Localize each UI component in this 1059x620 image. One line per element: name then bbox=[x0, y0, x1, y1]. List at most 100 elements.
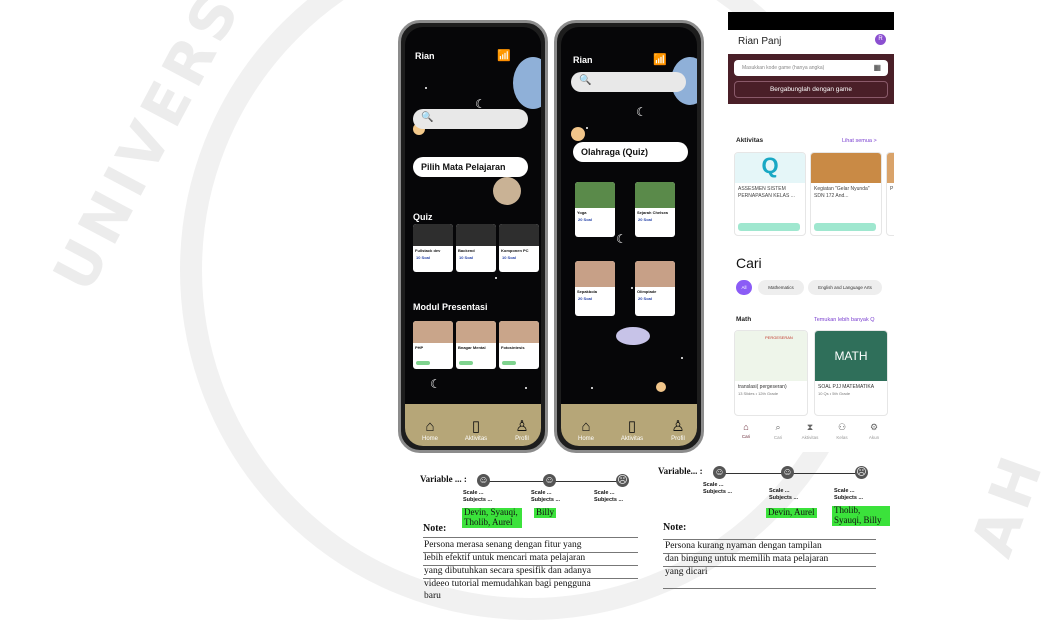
moon-icon: ☾ bbox=[636, 105, 647, 119]
nav-label: Profil bbox=[515, 436, 529, 442]
math-card[interactable]: MATH SOAL PJJ MATEMATIKA 10 Qs • 5th Gra… bbox=[814, 330, 888, 416]
nav-kelas[interactable]: ⚇ Kelas bbox=[830, 422, 854, 440]
chip-english[interactable]: English and Language Arts bbox=[808, 280, 882, 295]
activity-card[interactable]: Kegiatan "Gelar Nyunda" SDN 172 And... bbox=[810, 152, 882, 236]
search-icon: ⌕ bbox=[775, 422, 781, 432]
rule bbox=[423, 537, 638, 538]
scale-label: Scale ... Subjects ... bbox=[834, 488, 864, 501]
card-tag bbox=[502, 361, 516, 365]
app-bottom-nav: ⌂ Cari ⌕ Cari ⧗ Aktivitas ⚇ Kelas ⚙ Akun bbox=[728, 422, 894, 452]
nav-label: Aktivitas bbox=[801, 435, 819, 440]
home-icon: ⌂ bbox=[425, 418, 435, 435]
nav-cari-home[interactable]: ⌂ Cari bbox=[734, 422, 758, 439]
hourglass-icon: ⧗ bbox=[806, 422, 814, 432]
see-all-link[interactable]: Lihat semua > bbox=[842, 138, 877, 144]
search-input[interactable]: 🔍 bbox=[413, 109, 528, 129]
join-game-button[interactable]: Bergabunglah dengan game bbox=[734, 81, 888, 98]
card-image bbox=[635, 261, 675, 287]
more-link[interactable]: Temukan lebih banyak Q bbox=[814, 317, 875, 323]
nav-label: Akun bbox=[868, 435, 880, 440]
cari-title: Cari bbox=[736, 255, 762, 271]
activity-card[interactable]: P B bbox=[886, 152, 894, 236]
card-badge: 20 Soal bbox=[578, 217, 593, 222]
nav-cari[interactable]: ⌕ Cari bbox=[766, 422, 790, 440]
card-badge: 10 Soal bbox=[459, 255, 474, 260]
phone-mockup-home: ☾ ☾ Rian 📶 🔍 Pilih Mata Pelajaran Quiz F… bbox=[398, 20, 548, 453]
home-screen: ☾ ☾ Rian 📶 🔍 Pilih Mata Pelajaran Quiz F… bbox=[405, 27, 541, 446]
image-caption: PERGESERAN bbox=[765, 335, 793, 340]
card-title: Yoga bbox=[577, 210, 587, 215]
card-image bbox=[499, 321, 539, 343]
chip-mathematics[interactable]: Mathematics bbox=[758, 280, 804, 295]
nav-label: Aktivitas bbox=[620, 436, 644, 442]
nav-label: Profil bbox=[671, 436, 685, 442]
card-image bbox=[635, 182, 675, 208]
card-title: Fotosintesis bbox=[501, 345, 525, 350]
avatar[interactable]: R bbox=[875, 34, 886, 45]
card-image bbox=[575, 261, 615, 287]
card-title: SOAL PJJ MATEMATIKA bbox=[818, 384, 875, 390]
star bbox=[591, 387, 593, 389]
nav-aktivitas[interactable]: ▯ Aktivitas bbox=[461, 417, 491, 442]
nav-profil[interactable]: ♙ Profil bbox=[507, 417, 537, 442]
math-card[interactable]: PERGESERAN translasi( pergeseran) 13 Sli… bbox=[734, 330, 808, 416]
image-caption: MATH bbox=[834, 349, 868, 363]
chip-all[interactable]: All bbox=[736, 280, 752, 295]
username: Rian bbox=[573, 55, 593, 65]
card-tag bbox=[814, 223, 876, 231]
planet-icon bbox=[571, 127, 585, 141]
nav-profil[interactable]: ♙ Profil bbox=[663, 417, 693, 442]
quiz-card[interactable]: Backend 10 Soal bbox=[456, 224, 496, 272]
quiz-card[interactable]: Fullstack dev 10 Soal bbox=[413, 224, 453, 272]
moon-icon: ☾ bbox=[616, 232, 627, 246]
aktivitas-title: Aktivitas bbox=[736, 137, 764, 144]
card-image bbox=[499, 224, 539, 246]
quiz-card[interactable]: Yoga 20 Soal bbox=[575, 182, 615, 237]
note-line: yang dibutuhkan secara spesifik dan adan… bbox=[424, 566, 591, 576]
nav-label: Aktivitas bbox=[464, 436, 488, 442]
quiz-card[interactable]: Komponen PC 10 Soal bbox=[499, 224, 539, 272]
quiz-section-title: Quiz bbox=[413, 212, 433, 222]
category-screen: ☾ ☾ Rian 📶 🔍 Olahraga (Quiz) Yoga 20 Soa… bbox=[561, 27, 697, 446]
card-badge: 10 Soal bbox=[502, 255, 517, 260]
card-title: P B bbox=[890, 186, 894, 192]
nav-aktivitas[interactable]: ▯ Aktivitas bbox=[617, 417, 647, 442]
account-name: Rian Panj bbox=[738, 36, 782, 47]
qr-icon[interactable]: ▦ bbox=[873, 63, 881, 72]
modul-card[interactable]: Fotosintesis bbox=[499, 321, 539, 369]
card-tag bbox=[738, 223, 800, 231]
modul-card[interactable]: PHP bbox=[413, 321, 453, 369]
persona-names-sad: Tholib, Syauqi, Billy bbox=[832, 505, 890, 526]
nav-home[interactable]: ⌂ Home bbox=[415, 418, 445, 442]
modul-card[interactable]: Bnagar Mental bbox=[456, 321, 496, 369]
math-card-image: MATH bbox=[815, 331, 887, 381]
game-code-input[interactable]: Masukkan kode game (hanya angka) ▦ bbox=[734, 60, 888, 76]
note-line: Persona kurang nyaman dengan tampilan bbox=[665, 541, 822, 551]
card-title: Bnagar Mental bbox=[458, 345, 486, 350]
card-subtitle: 10 Qs • 5th Grade bbox=[818, 391, 851, 396]
search-input[interactable]: 🔍 bbox=[571, 72, 686, 92]
phone-icon: ▯ bbox=[627, 418, 637, 435]
happy-face-icon: ☺ bbox=[477, 474, 490, 487]
username: Rian bbox=[415, 51, 435, 61]
scale-label: Scale ... Subjects ... bbox=[703, 482, 733, 495]
pick-subject-button[interactable]: Pilih Mata Pelajaran bbox=[413, 157, 528, 177]
quiz-card[interactable]: Sepakbola 20 Soal bbox=[575, 261, 615, 316]
nav-aktivitas[interactable]: ⧗ Aktivitas bbox=[798, 422, 822, 440]
quiz-card[interactable]: Olimpiade 20 Soal bbox=[635, 261, 675, 316]
nav-home[interactable]: ⌂ Home bbox=[571, 418, 601, 442]
card-title: Komponen PC bbox=[501, 248, 529, 253]
nav-akun[interactable]: ⚙ Akun bbox=[862, 422, 886, 440]
note-label: Note: bbox=[423, 523, 447, 534]
planet-icon bbox=[656, 382, 666, 392]
card-title: Backend bbox=[458, 248, 475, 253]
card-title: translasi( pergeseran) bbox=[738, 384, 787, 390]
app-screenshot: Rian Panj R Masukkan kode game (hanya an… bbox=[728, 12, 894, 452]
activity-card[interactable]: Q ASSESMEN SISTEM PERNAPASAN KELAS ... bbox=[734, 152, 806, 236]
planet-icon bbox=[616, 327, 650, 345]
card-title: Fullstack dev bbox=[415, 248, 441, 253]
quiz-card[interactable]: Sejarah Chelsea 20 Soal bbox=[635, 182, 675, 237]
card-tag bbox=[416, 361, 430, 365]
planet-icon bbox=[493, 177, 521, 205]
star bbox=[681, 357, 683, 359]
